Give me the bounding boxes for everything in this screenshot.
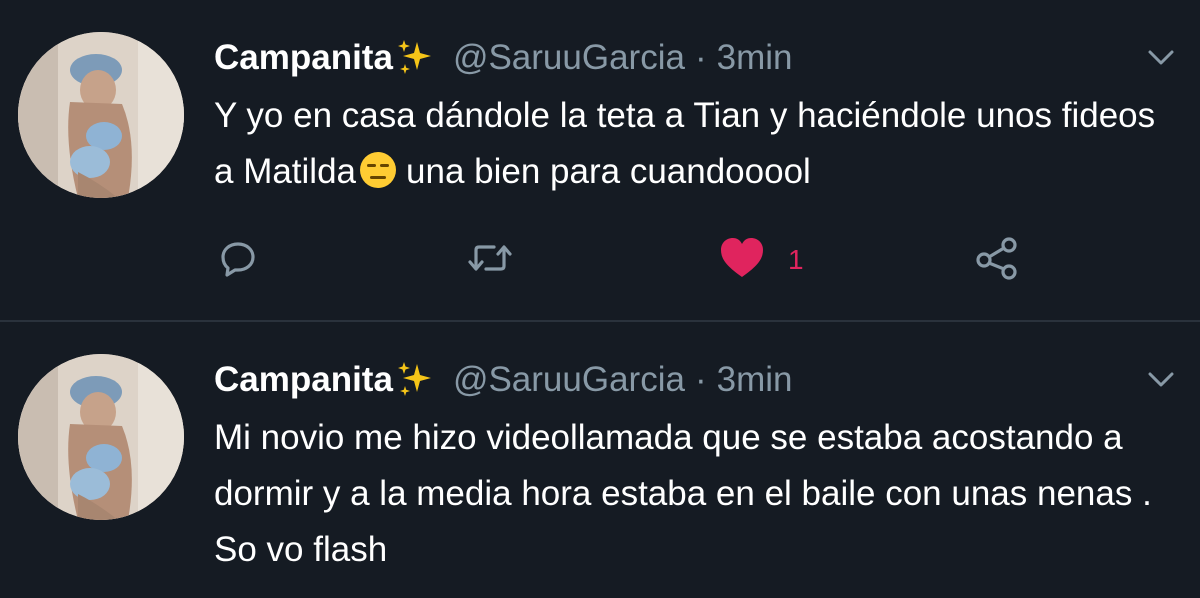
reply-icon (218, 238, 258, 283)
separator-dot: · (694, 38, 707, 77)
share-icon (974, 236, 1020, 285)
retweet-icon (468, 238, 512, 283)
sparkles-icon (395, 360, 435, 400)
like-button[interactable]: 1 (718, 232, 804, 288)
timestamp[interactable]: 3min (717, 38, 793, 78)
tweet-header: Campanita @SaruuGarcia · 3min (214, 358, 792, 402)
expressionless-face-icon (358, 150, 398, 190)
user-handle[interactable]: @SaruuGarcia (453, 360, 685, 400)
display-name[interactable]: Campanita (214, 360, 393, 400)
tweet-text: Mi novio me hizo videollamada que se est… (214, 418, 1152, 569)
tweet-text-part: una bien para cuandooool (406, 152, 811, 191)
separator-dot: · (694, 360, 707, 399)
avatar-photo (18, 354, 184, 520)
like-icon (718, 236, 766, 285)
tweet-actions: 1 (214, 232, 1054, 288)
reply-button[interactable] (218, 232, 258, 288)
tweet-header: Campanita @SaruuGarcia · 3min (214, 36, 792, 80)
retweet-button[interactable] (468, 232, 512, 288)
like-count: 1 (788, 244, 804, 275)
tweet[interactable]: Campanita @SaruuGarcia · 3min Mi novio m… (0, 322, 1200, 598)
avatar[interactable] (18, 32, 184, 198)
user-handle[interactable]: @SaruuGarcia (453, 38, 685, 78)
tweet-text: Y yo en casa dándole la teta a Tian y ha… (214, 88, 1184, 200)
tweet[interactable]: Campanita @SaruuGarcia · 3min Y yo en ca… (0, 0, 1200, 320)
timeline-feed: Campanita @SaruuGarcia · 3min Y yo en ca… (0, 0, 1200, 598)
timestamp[interactable]: 3min (717, 360, 793, 400)
sparkles-icon (395, 38, 435, 78)
avatar-photo (18, 32, 184, 198)
avatar[interactable] (18, 354, 184, 520)
chevron-down-icon[interactable] (1144, 362, 1178, 396)
display-name[interactable]: Campanita (214, 38, 393, 78)
chevron-down-icon[interactable] (1144, 40, 1178, 74)
share-button[interactable] (974, 232, 1020, 288)
